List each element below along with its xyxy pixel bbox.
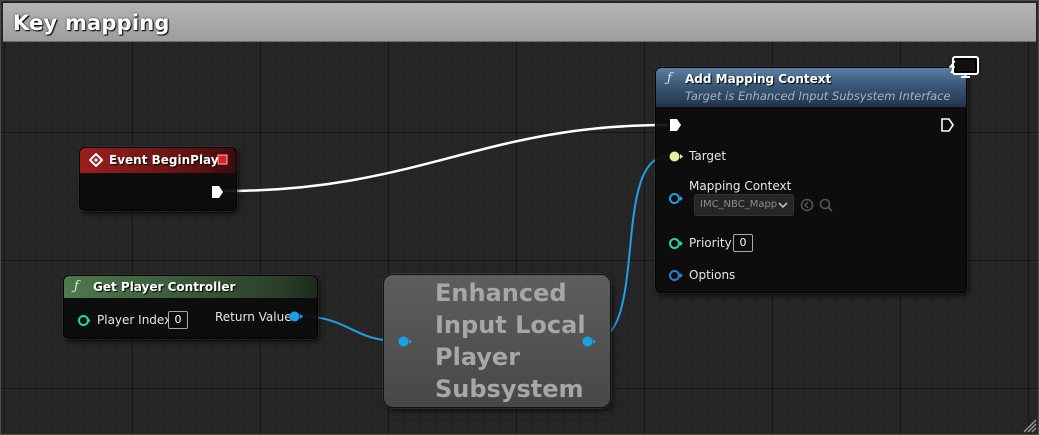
- player-index-label: Player Index: [97, 313, 172, 327]
- chevron-down-icon: [778, 202, 788, 209]
- comment-box-header[interactable]: Key mapping: [3, 3, 1036, 42]
- use-selected-asset-icon[interactable]: [800, 198, 814, 212]
- comment-title: Key mapping: [13, 11, 170, 35]
- node-title: Enhanced Input Local Player Subsystem: [435, 279, 586, 403]
- node-subtitle: Target is Enhanced Input Subsystem Inter…: [685, 89, 951, 103]
- exec-wire[interactable]: [223, 123, 668, 193]
- enhanced-input-subsystem-node[interactable]: Enhanced Input Local Player Subsystem: [383, 274, 611, 408]
- exec-out-pin[interactable]: [211, 185, 224, 199]
- mapping-context-label: Mapping Context: [689, 179, 792, 193]
- browse-asset-search-icon[interactable]: [819, 198, 833, 212]
- target-pin[interactable]: [668, 150, 684, 163]
- function-icon: ƒ: [74, 279, 79, 294]
- node-title: Get Player Controller: [93, 280, 236, 294]
- blueprint-graph-canvas[interactable]: Key mapping Event BeginPlay ƒ Get Player…: [0, 0, 1039, 435]
- player-controller-in-pin[interactable]: [397, 335, 413, 348]
- return-value-pin[interactable]: [288, 310, 304, 323]
- player-index-pin[interactable]: [77, 314, 91, 327]
- node-title: Event BeginPlay: [109, 153, 219, 167]
- mapping-context-pin[interactable]: [668, 192, 684, 205]
- delegate-pin-icon[interactable]: [217, 154, 228, 165]
- get-player-controller-node[interactable]: ƒ Get Player Controller Player Index 0 R…: [63, 275, 318, 339]
- options-pin[interactable]: [668, 269, 684, 282]
- monitor-icon: [949, 56, 979, 78]
- return-value-label: Return Value: [215, 310, 292, 324]
- subsystem-out-pin[interactable]: [581, 335, 597, 348]
- function-icon: ƒ: [667, 71, 672, 86]
- add-mapping-context-node[interactable]: ƒ Add Mapping Context Target is Enhanced…: [655, 67, 967, 293]
- priority-pin[interactable]: [668, 237, 684, 250]
- node-title: Add Mapping Context: [685, 72, 832, 86]
- mapping-context-dropdown[interactable]: IMC_NBC_Mapp: [694, 194, 794, 216]
- target-label: Target: [689, 149, 727, 163]
- player-index-input[interactable]: 0: [168, 311, 188, 329]
- priority-input[interactable]: 0: [733, 234, 753, 252]
- event-diamond-icon: [89, 153, 103, 167]
- exec-out-pin[interactable]: [941, 118, 954, 132]
- resize-grip-icon[interactable]: [1021, 417, 1037, 433]
- mapping-context-value: IMC_NBC_Mapp: [700, 199, 778, 210]
- event-begin-play-node[interactable]: Event BeginPlay: [79, 147, 237, 211]
- exec-in-pin[interactable]: [669, 118, 682, 132]
- priority-label: Priority: [689, 236, 732, 250]
- options-label: Options: [689, 268, 736, 282]
